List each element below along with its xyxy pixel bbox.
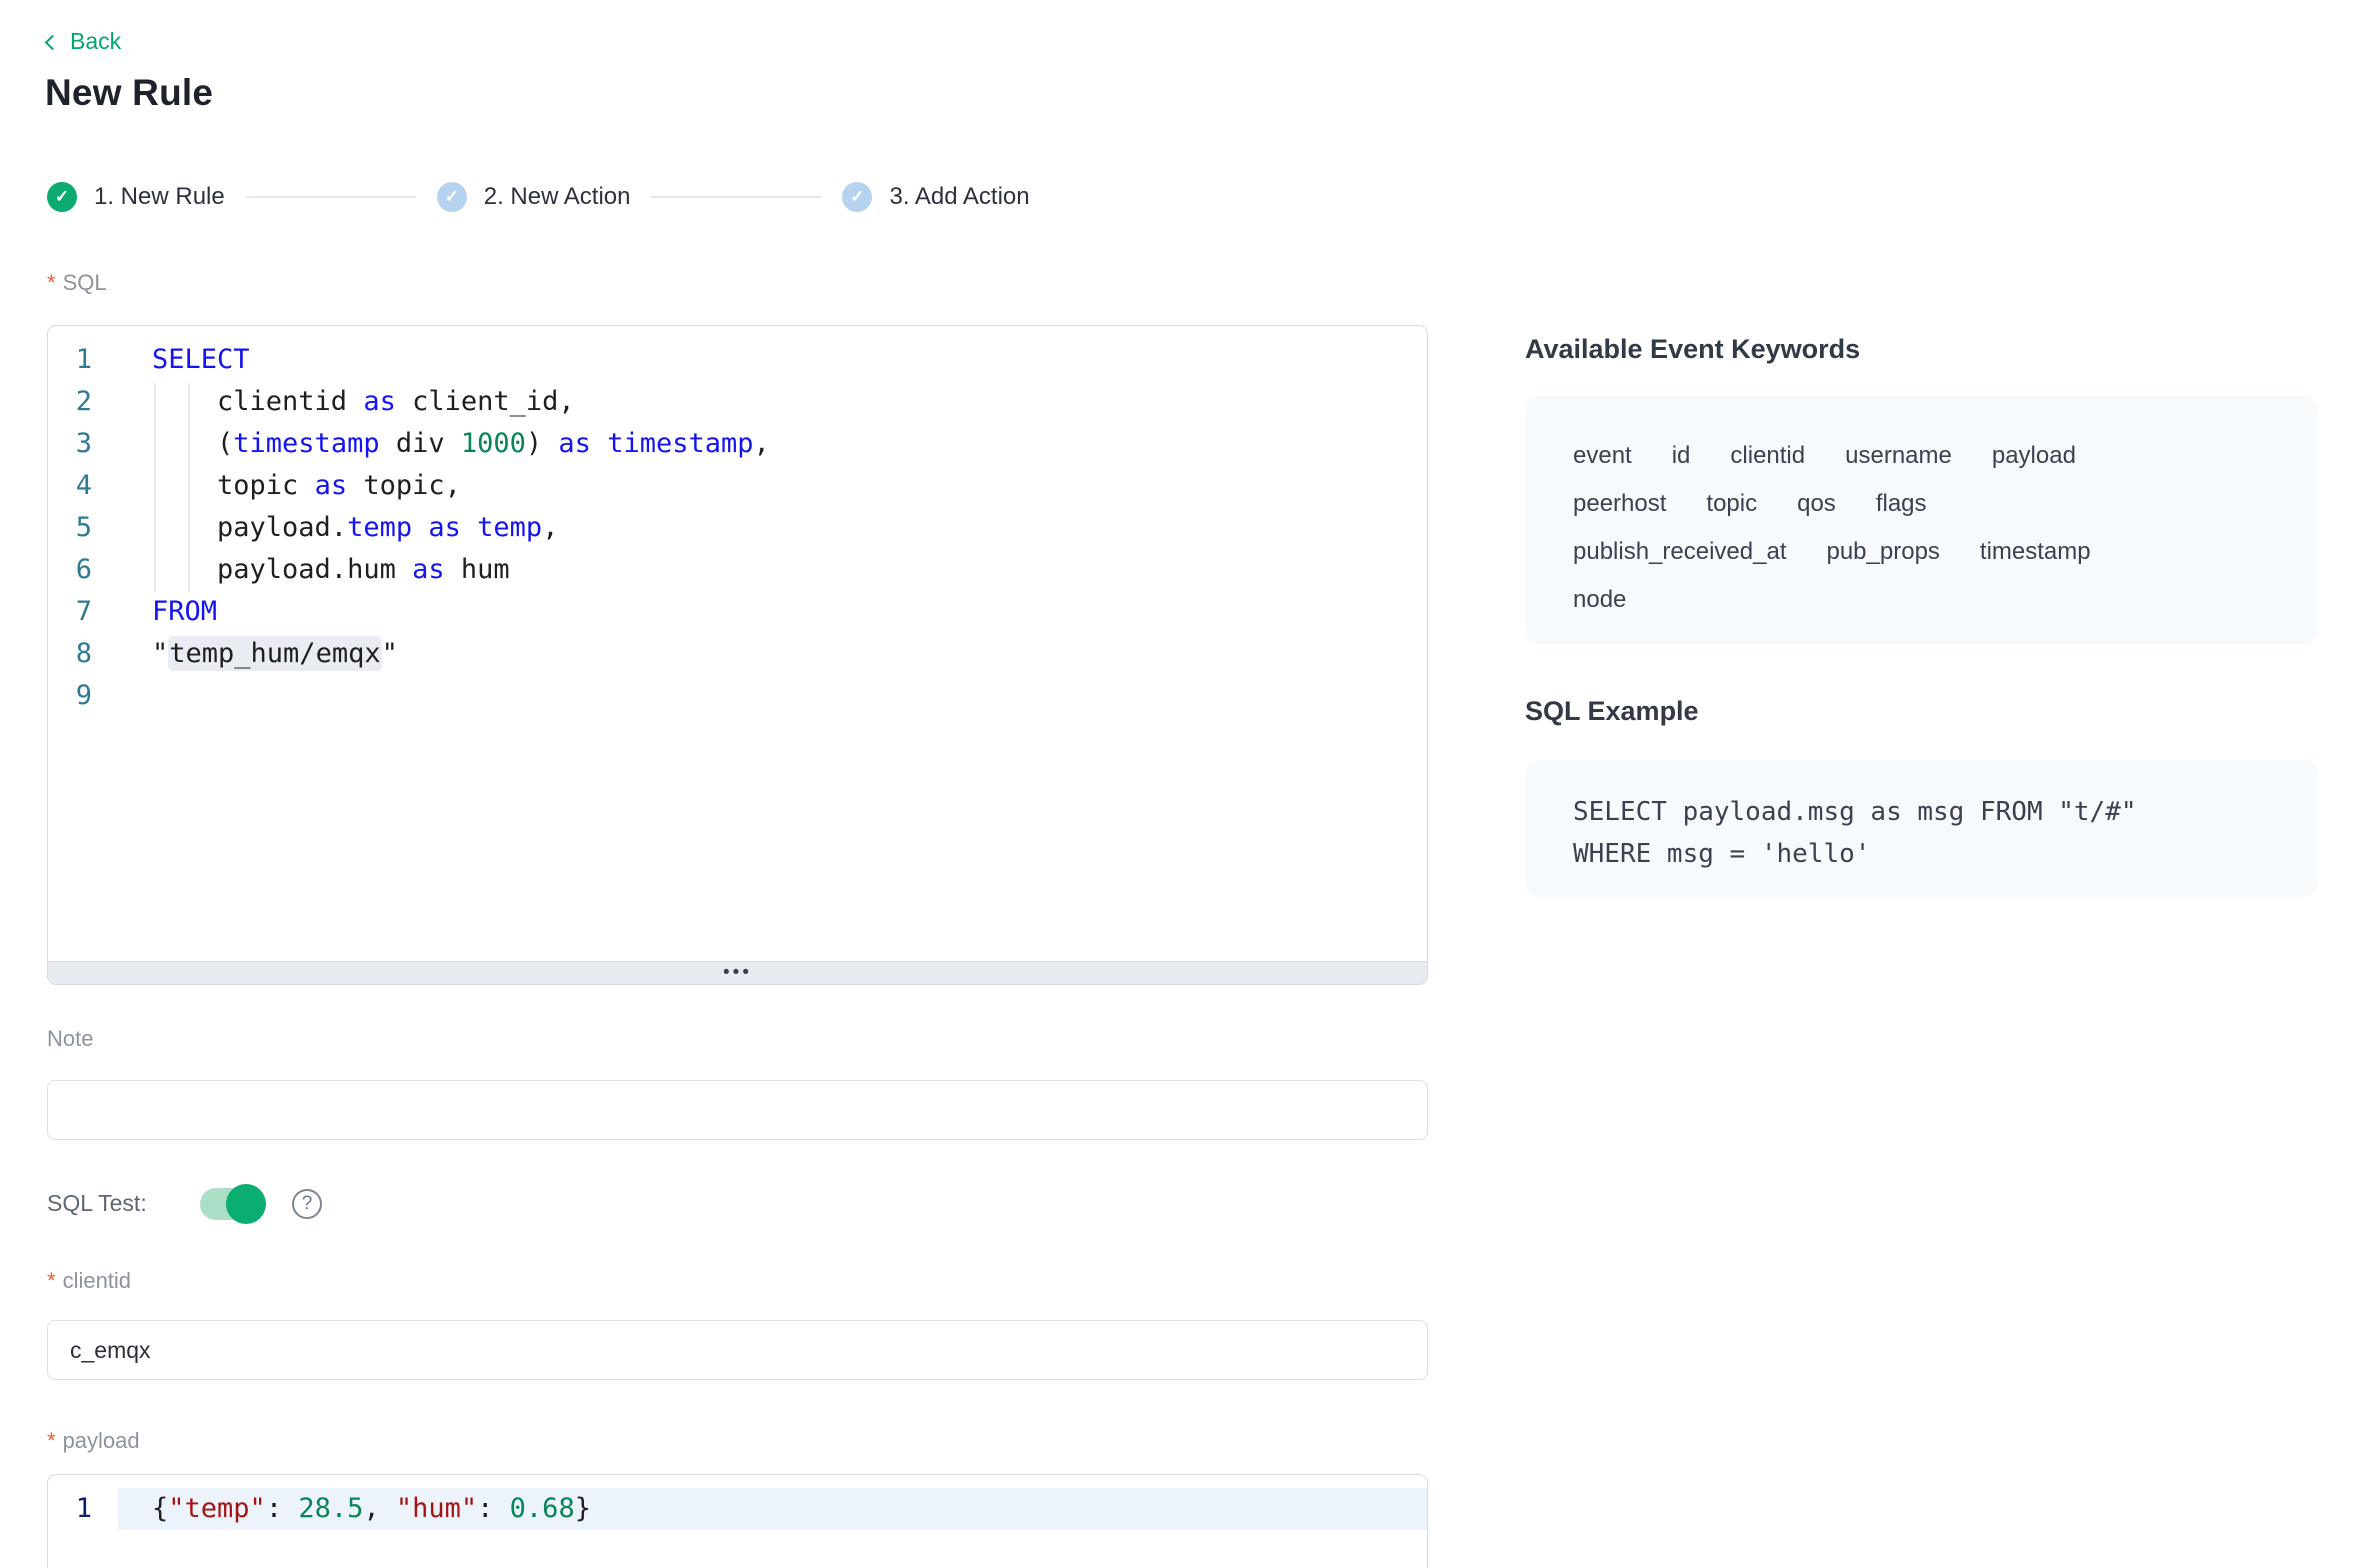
code-line: 8"temp_hum/emqx" — [48, 633, 1427, 675]
keyword-item: publish_received_at — [1573, 538, 1786, 565]
keyword-item: peerhost — [1573, 490, 1666, 517]
required-asterisk: * — [47, 270, 56, 295]
keyword-item: topic — [1706, 490, 1757, 517]
keyword-item: username — [1845, 442, 1952, 469]
resize-dots-icon: ••• — [723, 968, 752, 978]
code-line: 2 clientid as client_id, — [48, 381, 1427, 423]
back-label: Back — [70, 28, 121, 55]
editor-resize-handle[interactable]: ••• — [48, 961, 1427, 984]
back-button[interactable]: Back — [47, 28, 121, 55]
keyword-row: event id clientid username payload — [1573, 432, 2278, 480]
line-number: 4 — [48, 465, 118, 507]
indent-guide — [154, 383, 156, 592]
line-number: 6 — [48, 549, 118, 591]
code-line: 3 (timestamp div 1000) as timestamp, — [48, 423, 1427, 465]
line-number: 7 — [48, 591, 118, 633]
code-line: 7FROM — [48, 591, 1427, 633]
step-label: 3. Add Action — [889, 183, 1029, 211]
keywords-panel: event id clientid username payload peerhost to… — [1525, 396, 2318, 644]
clientid-field-label: *clientid — [47, 1268, 131, 1294]
line-number: 3 — [48, 423, 118, 465]
keyword-item: qos — [1797, 490, 1836, 517]
indent-guide — [188, 383, 190, 592]
payload-field-label: *payload — [47, 1428, 140, 1454]
sql-field-label: *SQL — [47, 270, 107, 296]
line-number: 1 — [48, 1488, 118, 1530]
code-line: 9 — [48, 675, 1427, 717]
keyword-item: timestamp — [1980, 538, 2091, 565]
line-number: 2 — [48, 381, 118, 423]
step-label: 2. New Action — [484, 183, 631, 211]
keyword-item: node — [1573, 586, 1626, 613]
step-add-action: ✓ 3. Add Action — [842, 182, 1029, 212]
keyword-item: clientid — [1730, 442, 1805, 469]
page-title: New Rule — [45, 72, 213, 114]
steps-bar: ✓ 1. New Rule ✓ 2. New Action ✓ 3. Add A… — [47, 182, 1030, 212]
step-connector — [246, 196, 416, 198]
keywords-heading: Available Event Keywords — [1525, 334, 1860, 365]
note-field-label: Note — [47, 1026, 93, 1052]
note-input[interactable] — [47, 1080, 1428, 1140]
line-number: 5 — [48, 507, 118, 549]
clientid-input[interactable] — [47, 1320, 1428, 1380]
step-check-icon: ✓ — [47, 182, 77, 212]
keyword-item: event — [1573, 442, 1632, 469]
sql-example-heading: SQL Example — [1525, 696, 1699, 727]
step-new-rule: ✓ 1. New Rule — [47, 182, 225, 212]
step-check-icon: ✓ — [842, 182, 872, 212]
sql-example-line: WHERE msg = 'hello' — [1573, 833, 2278, 875]
keyword-item: id — [1672, 442, 1691, 469]
sql-code-area[interactable]: 1SELECT2 clientid as client_id,3 (timest… — [48, 326, 1427, 961]
chevron-left-icon — [45, 34, 61, 50]
sql-test-label: SQL Test: — [47, 1190, 147, 1217]
line-number: 8 — [48, 633, 118, 675]
required-asterisk: * — [47, 1428, 56, 1453]
sql-example-panel: SELECT payload.msg as msg FROM "t/#"WHER… — [1525, 760, 2318, 897]
line-number: 1 — [48, 339, 118, 381]
keyword-row: node — [1573, 576, 2278, 624]
payload-code-area[interactable]: 1{"temp": 28.5, "hum": 0.68} — [48, 1475, 1427, 1568]
code-line: 4 topic as topic, — [48, 465, 1427, 507]
required-asterisk: * — [47, 1268, 56, 1293]
code-line: 1SELECT — [48, 339, 1427, 381]
help-icon[interactable]: ? — [292, 1189, 322, 1219]
code-line: 5 payload.temp as temp, — [48, 507, 1427, 549]
keyword-item: payload — [1992, 442, 2076, 469]
keyword-item: pub_props — [1826, 538, 1939, 565]
payload-code-editor[interactable]: 1{"temp": 28.5, "hum": 0.68} — [47, 1474, 1428, 1568]
sql-test-toggle[interactable] — [200, 1188, 264, 1220]
keyword-row: publish_received_at pub_props timestamp — [1573, 528, 2278, 576]
step-label: 1. New Rule — [94, 183, 225, 211]
step-check-icon: ✓ — [437, 182, 467, 212]
sql-code-editor[interactable]: 1SELECT2 clientid as client_id,3 (timest… — [47, 325, 1428, 985]
toggle-knob — [226, 1184, 266, 1224]
keyword-item: flags — [1876, 490, 1927, 517]
code-line: 1{"temp": 28.5, "hum": 0.68} — [48, 1488, 1427, 1530]
sql-example-line: SELECT payload.msg as msg FROM "t/#" — [1573, 791, 2278, 833]
code-line: 6 payload.hum as hum — [48, 549, 1427, 591]
step-new-action: ✓ 2. New Action — [437, 182, 631, 212]
new-rule-page: Back New Rule ✓ 1. New Rule ✓ 2. New Act… — [0, 0, 2356, 1568]
line-number: 9 — [48, 675, 118, 717]
keyword-row: peerhost topic qos flags — [1573, 480, 2278, 528]
step-connector — [651, 196, 821, 198]
